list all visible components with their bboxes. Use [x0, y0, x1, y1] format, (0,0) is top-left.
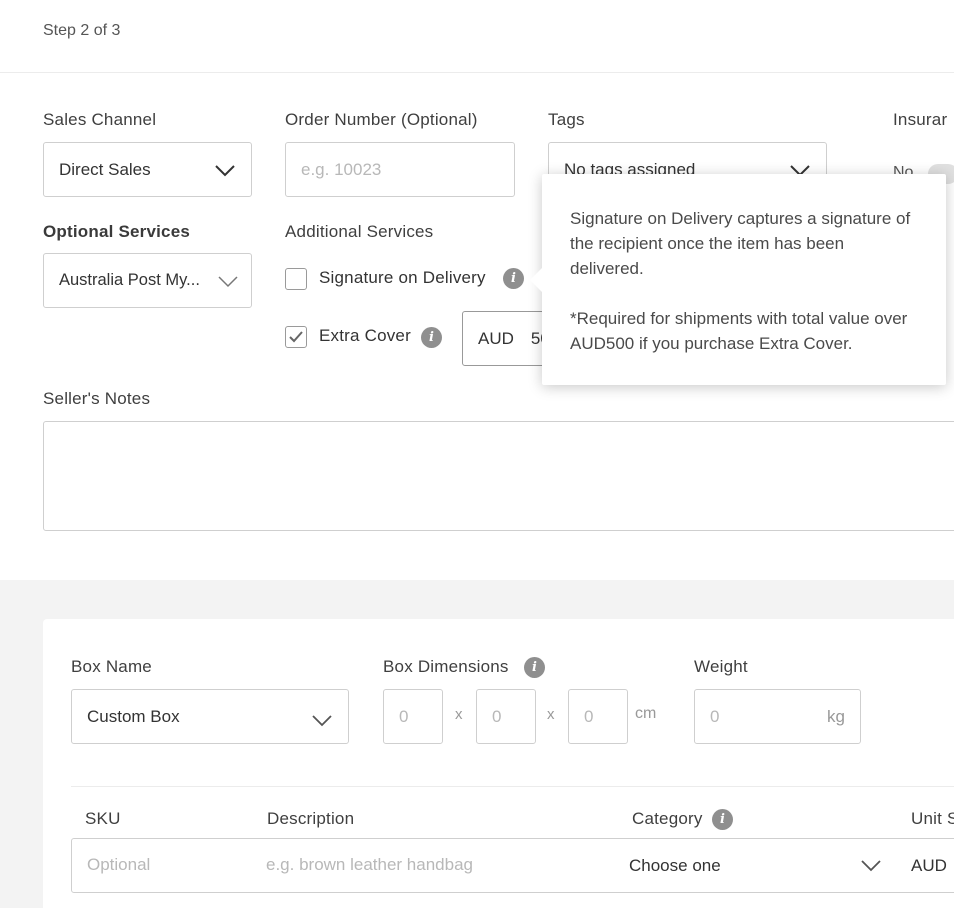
chevron-down-icon [218, 275, 238, 287]
dimension-separator: x [455, 706, 463, 723]
unit-value-label: Unit S [911, 809, 954, 828]
insurance-label: Insurar [893, 110, 948, 129]
weight-label: Weight [694, 657, 748, 676]
box-name-select[interactable]: Custom Box [71, 689, 349, 744]
step-indicator: Step 2 of 3 [43, 22, 121, 39]
additional-services-label: Additional Services [285, 222, 434, 241]
weight-unit: kg [827, 706, 845, 726]
chevron-down-icon [312, 714, 332, 726]
box-length-input[interactable]: 0 [383, 689, 443, 744]
chevron-down-icon [215, 164, 235, 176]
tags-label: Tags [548, 110, 585, 129]
box-name-value: Custom Box [87, 706, 180, 726]
sellers-notes-textarea[interactable] [43, 421, 954, 531]
info-icon[interactable]: i [524, 657, 545, 678]
box-height-input[interactable]: 0 [568, 689, 628, 744]
tooltip-text-2: *Required for shipments with total value… [570, 309, 908, 353]
tooltip-text-1: Signature on Delivery captures a signatu… [570, 209, 911, 278]
extra-cover-label: Extra Cover [319, 326, 411, 345]
order-number-placeholder: e.g. 10023 [301, 159, 382, 179]
sales-channel-select[interactable]: Direct Sales [43, 142, 252, 197]
sellers-notes-label: Seller's Notes [43, 389, 151, 408]
card-divider [71, 786, 954, 787]
description-input[interactable]: e.g. brown leather handbag [266, 855, 473, 875]
info-icon[interactable]: i [503, 268, 524, 289]
sales-channel-value: Direct Sales [59, 159, 151, 179]
signature-label: Signature on Delivery [319, 268, 486, 287]
info-icon[interactable]: i [712, 809, 733, 830]
extra-cover-currency: AUD [478, 328, 514, 348]
box-height-value: 0 [584, 706, 594, 726]
optional-services-label: Optional Services [43, 222, 191, 241]
box-dimensions-label: Box Dimensions [383, 657, 509, 676]
sku-input[interactable]: Optional [87, 855, 150, 875]
signature-tooltip: Signature on Delivery captures a signatu… [542, 174, 946, 385]
tooltip-arrow [530, 268, 542, 292]
extra-cover-checkbox[interactable] [285, 326, 307, 348]
chevron-down-icon [861, 860, 881, 872]
weight-input[interactable]: 0 kg [694, 689, 861, 744]
category-select[interactable]: Choose one [629, 856, 721, 876]
weight-placeholder: 0 [710, 706, 720, 726]
category-label: Category [632, 809, 703, 828]
order-number-label: Order Number (Optional) [285, 110, 478, 129]
sku-label: SKU [85, 809, 121, 828]
check-icon [289, 331, 303, 343]
box-width-input[interactable]: 0 [476, 689, 536, 744]
item-row [71, 838, 954, 893]
order-number-input[interactable]: e.g. 10023 [285, 142, 515, 197]
dimension-separator: x [547, 706, 555, 723]
signature-checkbox[interactable] [285, 268, 307, 290]
box-width-value: 0 [492, 706, 502, 726]
sales-channel-label: Sales Channel [43, 110, 157, 129]
unit-value-currency: AUD [911, 856, 947, 875]
dimension-unit: cm [635, 705, 657, 722]
optional-services-value: Australia Post My... [59, 271, 200, 289]
optional-services-select[interactable]: Australia Post My... [43, 253, 252, 308]
description-label: Description [267, 809, 355, 828]
header-divider [0, 72, 954, 73]
info-icon[interactable]: i [421, 327, 442, 348]
box-length-value: 0 [399, 706, 409, 726]
box-name-label: Box Name [71, 657, 152, 676]
